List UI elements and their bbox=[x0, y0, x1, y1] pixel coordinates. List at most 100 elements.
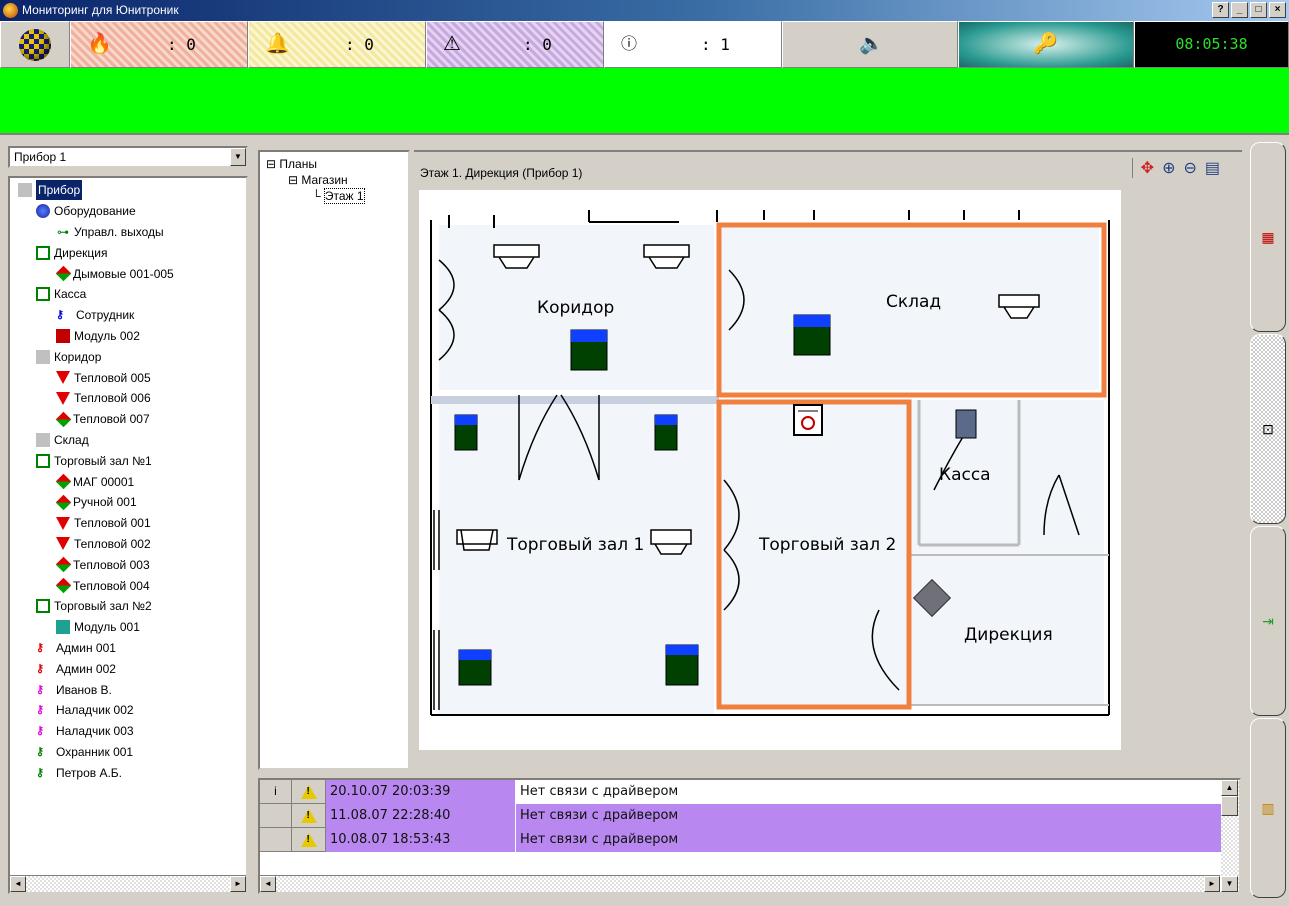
tree-item[interactable]: Ручной 001 bbox=[10, 492, 246, 513]
tree-item[interactable]: Модуль 001 bbox=[10, 617, 246, 638]
fire-alarm-counter[interactable]: 🔥 : 0 bbox=[70, 21, 248, 68]
scroll-right-button[interactable]: ► bbox=[230, 876, 246, 892]
events-list: i20.10.07 20:03:39Нет связи с драйвером1… bbox=[258, 778, 1241, 894]
event-row[interactable]: i 20.10.07 20:03:39Нет связи с драйвером bbox=[260, 780, 1222, 804]
app-icon bbox=[3, 3, 18, 18]
tree-item[interactable]: ⚷ Наладчик 003 bbox=[10, 721, 246, 742]
object-tree: Прибор Оборудование ⊶ Управл. выходы Дирекци… bbox=[8, 176, 248, 894]
scroll-up-button[interactable]: ▲ bbox=[1221, 780, 1238, 796]
tree-item[interactable]: Торговый зал №2 bbox=[10, 596, 246, 617]
tree-item[interactable]: МАГ 00001 bbox=[10, 471, 246, 492]
speaker-icon: 🔈 bbox=[859, 33, 884, 55]
user-key-icon: ⚷ bbox=[56, 309, 65, 322]
minimize-button[interactable]: _ bbox=[1231, 2, 1248, 18]
bell-alarm-counter[interactable]: 🔔 : 0 bbox=[248, 21, 426, 68]
warning-icon bbox=[300, 832, 317, 847]
scroll-right-button[interactable]: ► bbox=[1204, 876, 1220, 892]
heat-detector-icon bbox=[56, 391, 70, 405]
warning-counter[interactable]: ⚠ : 0 bbox=[426, 21, 604, 68]
tree-item[interactable]: Прибор bbox=[10, 180, 246, 201]
scroll-left-button[interactable]: ◄ bbox=[260, 876, 276, 892]
scroll-down-button[interactable]: ▼ bbox=[1221, 876, 1238, 892]
tree-item-label: Тепловой 003 bbox=[73, 557, 150, 572]
tree-item[interactable]: ⚷ Админ 001 bbox=[10, 638, 246, 659]
floor-plan[interactable]: Коридор Склад Торговый зал 1 Торговый за… bbox=[419, 190, 1121, 750]
user-key-icon: ⚷ bbox=[36, 745, 45, 758]
floor-plan-drawing bbox=[430, 210, 1110, 716]
tree-item-label: Модуль 002 bbox=[74, 328, 140, 343]
tree-hscrollbar[interactable]: ◄ ► bbox=[10, 875, 246, 892]
tree-item[interactable]: ⊶ Управл. выходы bbox=[10, 222, 246, 243]
move-icon[interactable]: ✥ bbox=[1141, 158, 1154, 178]
tree-item[interactable]: Тепловой 006 bbox=[10, 388, 246, 409]
tree-item-label: Управл. выходы bbox=[74, 224, 164, 239]
info-count: : 1 bbox=[701, 35, 730, 54]
event-row[interactable]: 11.08.07 22:28:40Нет связи с драйвером bbox=[260, 804, 1222, 828]
plan-header: Этаж 1. Дирекция (Прибор 1) ✥ ⊕ ⊖ ▤ bbox=[414, 150, 1242, 190]
tree-item-label: Админ 002 bbox=[56, 661, 116, 676]
tree-item[interactable]: ⚷ Наладчик 002 bbox=[10, 700, 246, 721]
tree-item-selected[interactable]: └ Этаж 1 bbox=[260, 188, 408, 204]
tree-item[interactable]: ⚷ Иванов В. bbox=[10, 679, 246, 700]
tree-item-label: Тепловой 007 bbox=[73, 412, 150, 427]
tree-item[interactable]: Коридор bbox=[10, 346, 246, 367]
room-label-hall2: Торговый зал 2 bbox=[759, 535, 897, 555]
tree-item[interactable]: Касса bbox=[10, 284, 246, 305]
scroll-left-button[interactable]: ◄ bbox=[10, 876, 26, 892]
tree-item[interactable]: Склад bbox=[10, 430, 246, 451]
tree-item[interactable]: Модуль 002 bbox=[10, 326, 246, 347]
tree-item[interactable]: ⚷ Админ 002 bbox=[10, 658, 246, 679]
tree-item[interactable]: ⚷ Сотрудник bbox=[10, 305, 246, 326]
scroll-thumb[interactable] bbox=[1221, 796, 1238, 816]
tree-item[interactable]: Дирекция bbox=[10, 242, 246, 263]
tree-item[interactable]: ⚷ Охранник 001 bbox=[10, 742, 246, 763]
zone-inactive-icon bbox=[36, 349, 50, 364]
tree-item-label: Наладчик 003 bbox=[56, 724, 134, 739]
heat-detector-icon bbox=[56, 371, 70, 385]
device-combo[interactable]: Прибор 1 ▼ bbox=[8, 146, 248, 168]
tree-item[interactable]: ⊟ Магазин bbox=[260, 172, 408, 188]
user-key-icon: ⚷ bbox=[36, 766, 45, 779]
info-counter[interactable]: ⓘ : 1 bbox=[604, 21, 782, 68]
module-icon bbox=[56, 620, 70, 635]
event-type-cell bbox=[292, 828, 326, 852]
maximize-button[interactable]: □ bbox=[1250, 2, 1267, 18]
warning-icon bbox=[300, 808, 317, 823]
side-button-report[interactable]: ▥ bbox=[1250, 718, 1286, 898]
zoom-out-icon[interactable]: ⊖ bbox=[1183, 158, 1196, 178]
room-label-hall1: Торговый зал 1 bbox=[507, 535, 645, 555]
help-button[interactable]: ? bbox=[1212, 2, 1229, 18]
zone-icon bbox=[36, 287, 50, 302]
sound-button[interactable]: 🔈 bbox=[782, 21, 958, 68]
tree-item[interactable]: Тепловой 003 bbox=[10, 554, 246, 575]
tree-item[interactable]: Дымовые 001-005 bbox=[10, 263, 246, 284]
side-button-plan[interactable]: ⊡ bbox=[1250, 334, 1286, 524]
tree-item[interactable]: Тепловой 007 bbox=[10, 409, 246, 430]
event-time: 10.08.07 18:53:43 bbox=[326, 828, 516, 852]
event-row[interactable]: 10.08.07 18:53:43Нет связи с драйвером bbox=[260, 828, 1222, 852]
tree-item[interactable]: Тепловой 002 bbox=[10, 534, 246, 555]
close-button[interactable]: × bbox=[1269, 2, 1286, 18]
tree-item[interactable]: Торговый зал №1 bbox=[10, 450, 246, 471]
tree-item[interactable]: Оборудование bbox=[10, 201, 246, 222]
globe-icon bbox=[19, 29, 51, 61]
side-button-export[interactable]: ⇥ bbox=[1250, 526, 1286, 716]
schemes-leaf: Этаж 1 bbox=[323, 188, 365, 204]
tree-item[interactable]: ⊟ Планы bbox=[260, 152, 408, 172]
save-icon[interactable]: ▤ bbox=[1205, 158, 1220, 178]
detector-icon bbox=[55, 411, 72, 427]
globe-button[interactable] bbox=[0, 21, 70, 68]
events-vscrollbar[interactable]: ▲ ▼ bbox=[1221, 780, 1239, 892]
tree-item[interactable]: Тепловой 001 bbox=[10, 513, 246, 534]
tree-item-label: Тепловой 001 bbox=[74, 516, 151, 531]
tree-item[interactable]: ⚷ Петров А.Б. bbox=[10, 762, 246, 783]
chevron-down-icon[interactable]: ▼ bbox=[230, 148, 246, 166]
zoom-in-icon[interactable]: ⊕ bbox=[1162, 158, 1175, 178]
events-hscrollbar[interactable]: ◄ ► bbox=[260, 875, 1220, 892]
report-icon: ▥ bbox=[1261, 799, 1275, 816]
user-key-icon: ⚷ bbox=[36, 683, 45, 696]
side-button-fire[interactable]: ▦ bbox=[1250, 142, 1286, 332]
tree-item[interactable]: Тепловой 005 bbox=[10, 367, 246, 388]
tree-item[interactable]: Тепловой 004 bbox=[10, 575, 246, 596]
key-button[interactable]: 🔑 bbox=[958, 21, 1134, 68]
